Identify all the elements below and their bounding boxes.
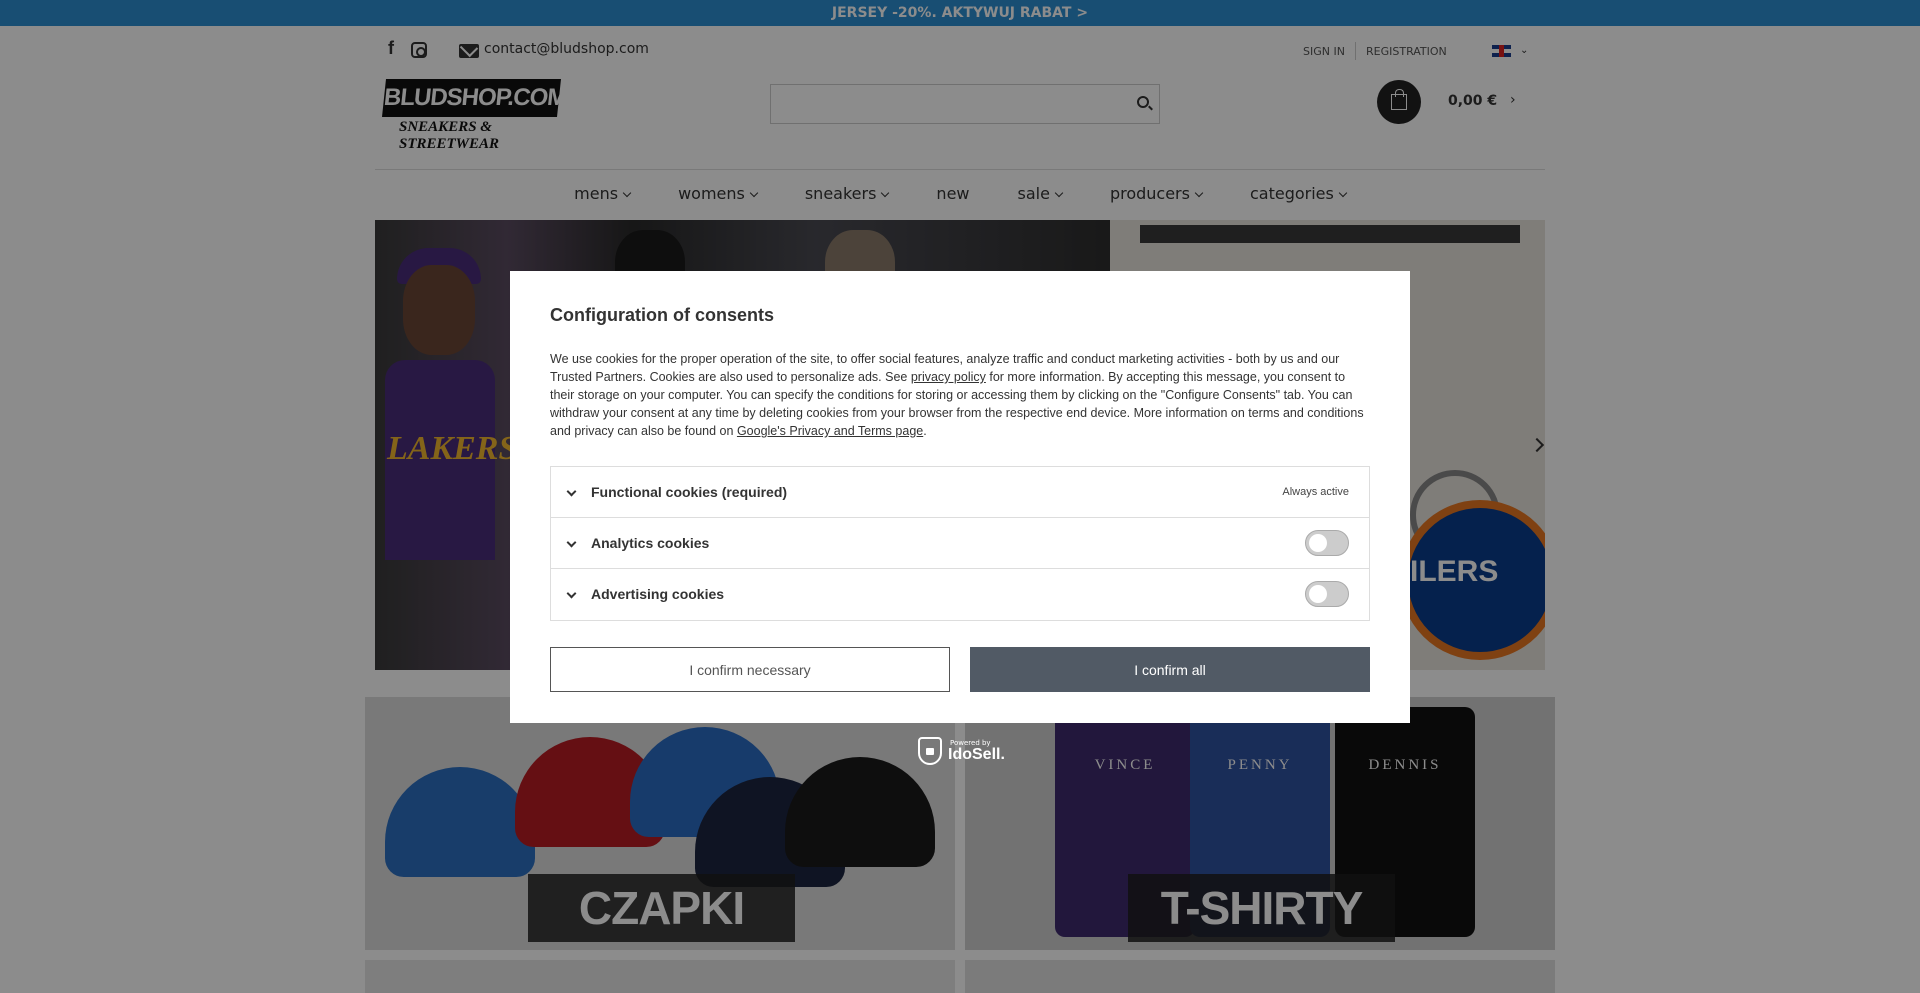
confirm-all-button[interactable]: I confirm all [970,647,1370,692]
always-active-status: Always active [1282,486,1349,498]
text-segment: . [923,424,927,438]
google-privacy-link[interactable]: Google's Privacy and Terms page [737,424,923,438]
consent-modal: Configuration of consents We use cookies… [510,271,1410,723]
cookie-settings: Functional cookies (required) Always act… [550,466,1370,621]
cookie-row-analytics[interactable]: Analytics cookies [551,518,1369,569]
cookie-label: Analytics cookies [591,535,710,551]
cookie-label: Advertising cookies [591,586,725,602]
modal-description: We use cookies for the proper operation … [550,350,1370,440]
privacy-policy-link[interactable]: privacy policy [911,370,986,384]
cookie-row-functional[interactable]: Functional cookies (required) Always act… [551,467,1369,518]
chevron-down-icon[interactable] [566,486,577,497]
chevron-down-icon[interactable] [566,537,577,548]
shield-lock-icon [918,737,942,765]
modal-title: Configuration of consents [550,305,774,325]
cookie-label: Functional cookies (required) [591,484,788,500]
confirm-necessary-button[interactable]: I confirm necessary [550,647,950,692]
powered-by-brand: IdoSell. [948,746,1005,763]
cookie-row-advertising[interactable]: Advertising cookies [551,569,1369,620]
chevron-down-icon[interactable] [566,588,577,599]
advertising-toggle[interactable] [1305,581,1349,607]
analytics-toggle[interactable] [1305,530,1349,556]
